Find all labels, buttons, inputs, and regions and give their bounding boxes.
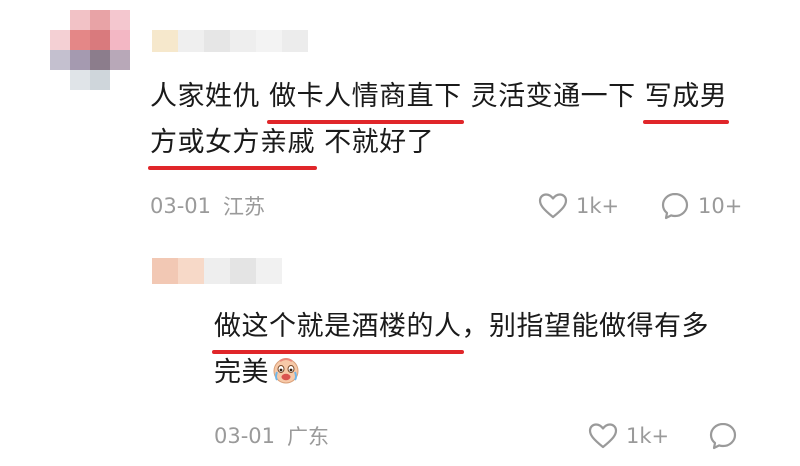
reply-text: 做这个就是酒楼的人，别指望能做得有多 完美: [212, 304, 709, 396]
comment-thread: 人家姓仇 做卡人情商直下 灵活变通一下 写成男 方或女方亲戚 不就好了 03-0…: [0, 0, 800, 466]
reply-like-count: 1k+: [626, 424, 670, 448]
comment-meta: 03-01 江苏: [150, 186, 265, 226]
heart-icon: [588, 423, 618, 449]
crying-face-emoji: [273, 358, 299, 384]
comment-bubble-icon: [709, 422, 737, 450]
heart-icon: [538, 193, 568, 219]
username-blurred[interactable]: [152, 30, 308, 52]
reply-date: 03-01: [214, 424, 276, 448]
reply-button[interactable]: 10+: [660, 186, 742, 226]
comment-date: 03-01: [150, 194, 212, 218]
reply-like-button[interactable]: 1k+: [588, 416, 669, 456]
reply-username-blurred[interactable]: [152, 258, 282, 284]
comment-text: 人家姓仇 做卡人情商直下 灵活变通一下 写成男 方或女方亲戚 不就好了: [148, 74, 729, 170]
reply-location: 广东: [287, 425, 330, 449]
avatar[interactable]: [50, 10, 130, 90]
reply-meta: 03-01 广东: [214, 416, 329, 456]
reply-reply-button[interactable]: [708, 416, 746, 456]
comment-bubble-icon: [661, 192, 689, 220]
like-button[interactable]: 1k+: [538, 186, 619, 226]
comment-location: 江苏: [223, 195, 266, 219]
reply-count: 10+: [698, 194, 743, 218]
like-count: 1k+: [576, 194, 620, 218]
